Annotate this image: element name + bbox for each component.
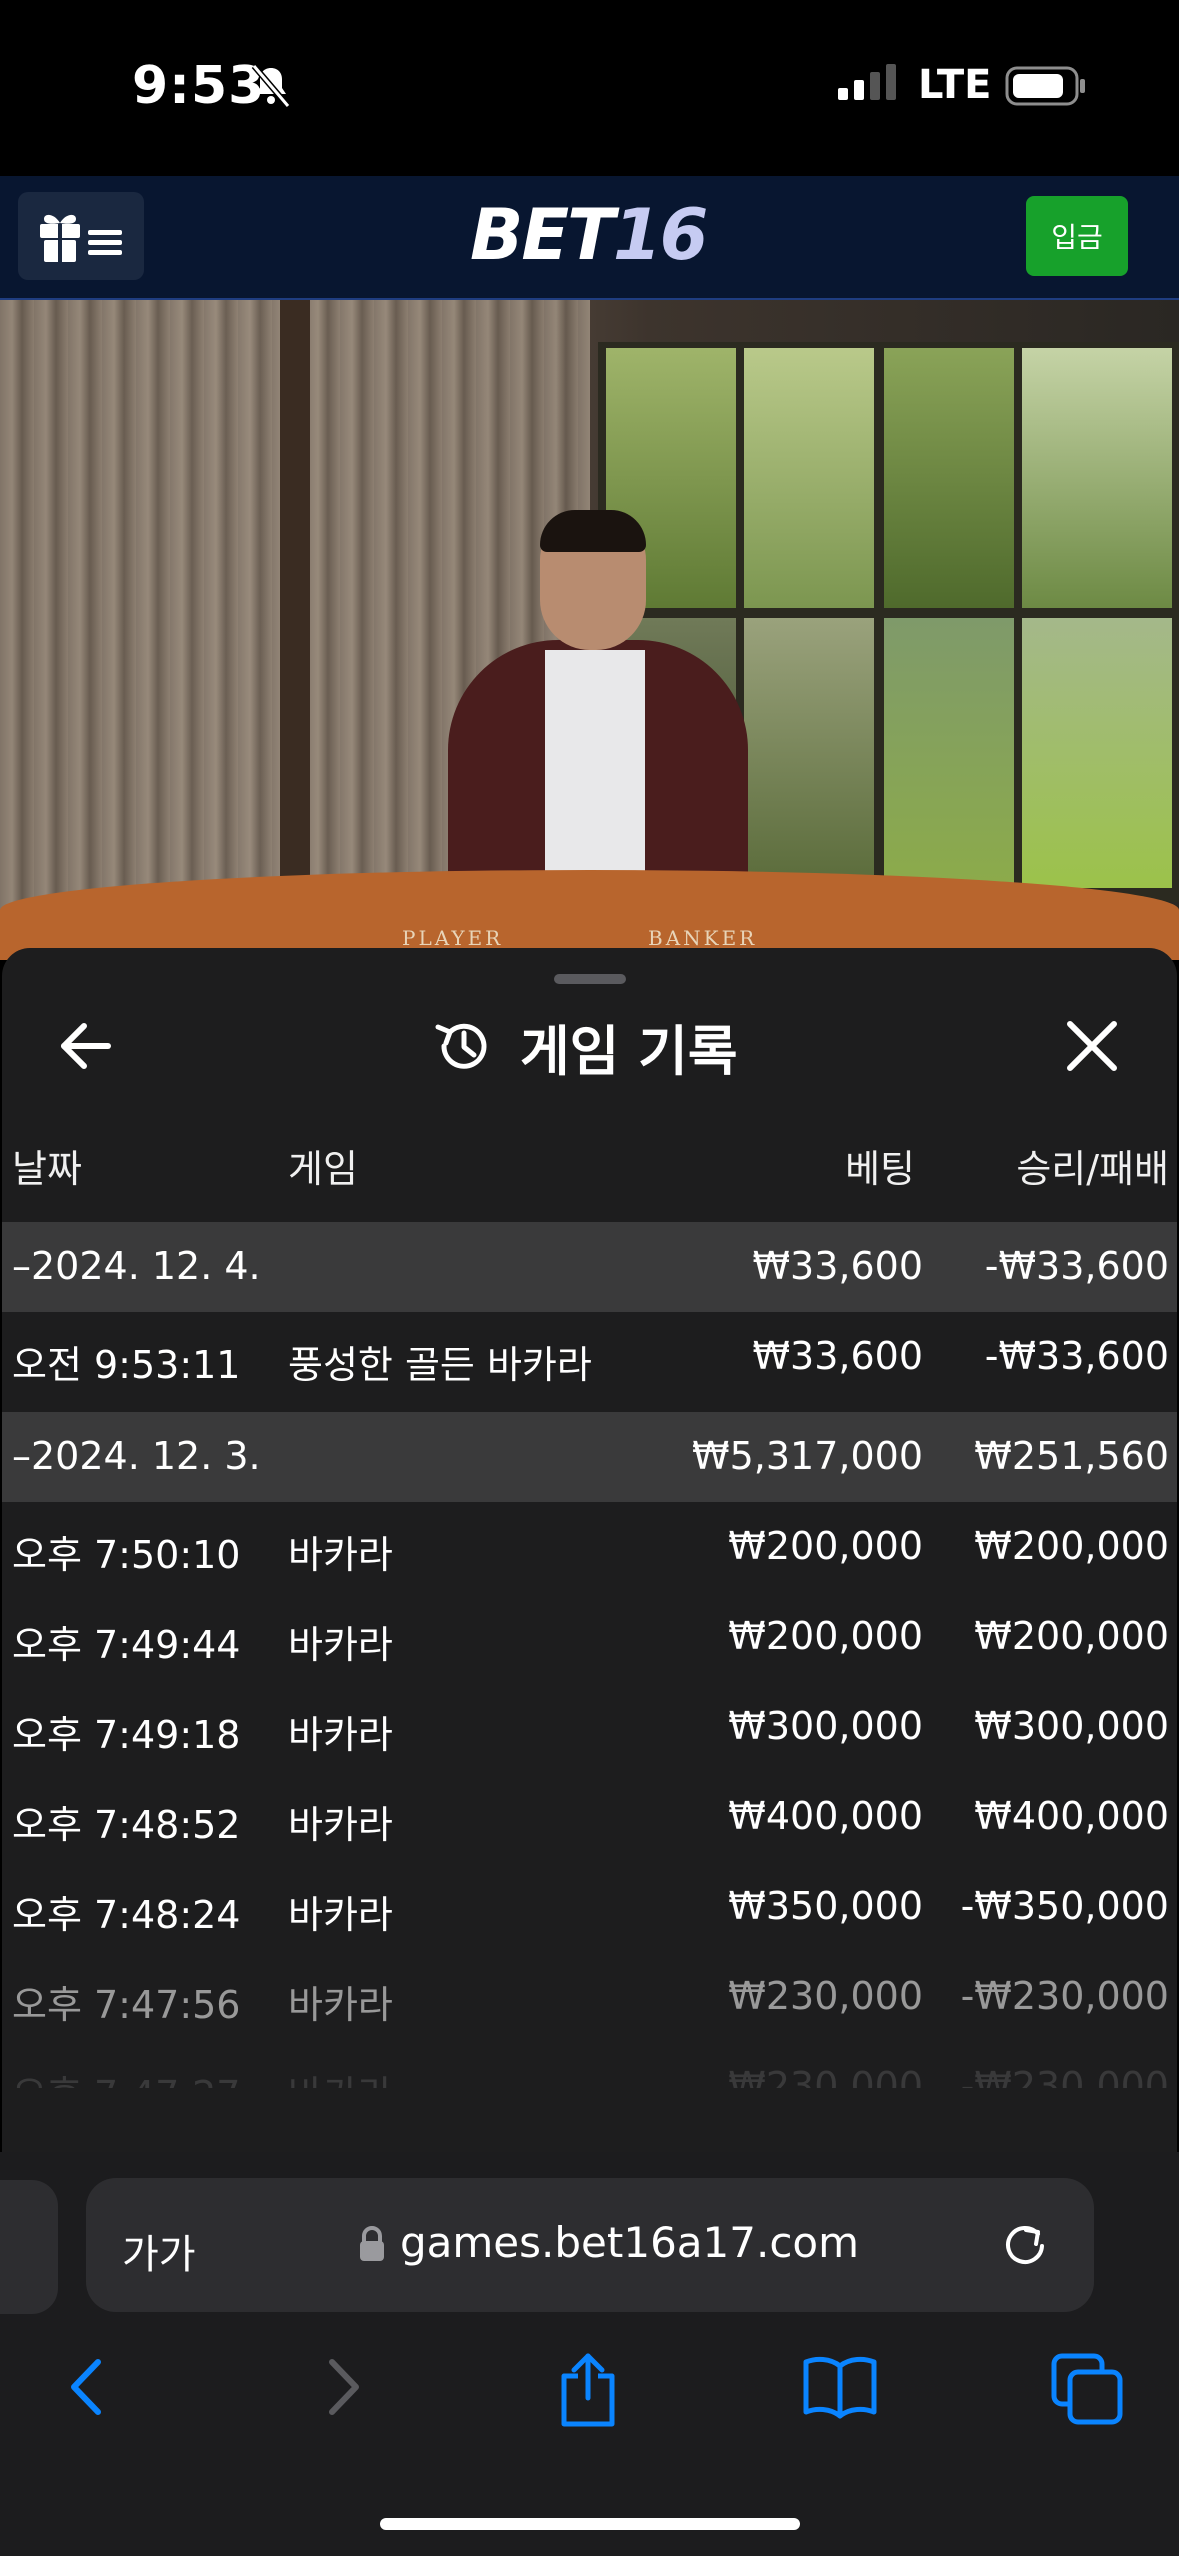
column-header-game: 게임 [288,1147,358,1191]
date-group-row: –2024. 12. 3. ₩5,317,000 ₩251,560 [2,1412,1177,1502]
row-bet: ₩5,317,000 [692,1434,923,1478]
deposit-button[interactable]: 입금 [1026,196,1128,276]
site-header: BET16 입금 [0,176,1179,301]
previous-tab-preview[interactable] [0,2180,58,2314]
row-game: 바카라 [288,1533,393,1577]
row-bet: ₩230,000 [728,1974,923,2018]
gift-icon [40,214,80,262]
history-row: 오후 7:48:52 바카라 ₩400,000 ₩400,000 [2,1772,1177,1862]
row-date: –2024. 12. 3. [12,1434,261,1478]
row-bet: ₩33,600 [752,1244,923,1288]
row-date: 오후 7:48:24 [12,1893,241,1937]
row-winloss: -₩350,000 [960,1884,1169,1928]
tabs-icon[interactable] [1050,2352,1126,2432]
history-row: 오후 7:48:24 바카라 ₩350,000 -₩350,000 [2,1862,1177,1952]
close-icon [1067,1021,1117,1071]
baccarat-table [0,870,1179,960]
menu-button[interactable] [18,192,144,280]
reload-icon[interactable] [1000,2220,1050,2274]
row-date: 오후 7:47:56 [12,1983,241,2027]
player-label: PLAYER [402,926,504,950]
history-row: 오후 7:47:27 바카라 ₩230,000 -₩230,000 [2,2042,1177,2088]
row-winloss: ₩200,000 [974,1524,1169,1568]
row-winloss: ₩251,560 [974,1434,1169,1478]
game-history-sheet: 게임 기록 날짜 게임 베팅 승리/패배 –2024. 12. 4. ₩33,60… [2,948,1177,2152]
history-row: 오후 7:50:10 바카라 ₩200,000 ₩200,000 [2,1502,1177,1592]
share-icon[interactable] [556,2352,620,2432]
row-bet: ₩300,000 [728,1704,923,1748]
arrow-left-icon [61,1023,111,1069]
url-text: games.bet16a17.com [400,2218,860,2267]
row-winloss: -₩230,000 [960,1974,1169,2018]
browser-bar: 가가 games.bet16a17.com [0,2152,1179,2556]
row-game: 바카라 [288,1893,393,1937]
text-size-button[interactable]: 가가 [122,2222,196,2280]
status-bar: 9:53 LTE [0,0,1179,176]
cellular-signal-icon [838,64,900,104]
row-game: 바카라 [288,1713,393,1757]
close-button[interactable] [1064,1018,1120,1074]
sheet-title: 게임 기록 [520,1019,738,1083]
history-row: 오후 7:49:18 바카라 ₩300,000 ₩300,000 [2,1682,1177,1772]
home-indicator [380,2518,800,2530]
row-game: 바카라 [288,1623,393,1667]
column-header-winloss: 승리/패배 [1016,1147,1169,1191]
history-row: 오후 7:47:56 바카라 ₩230,000 -₩230,000 [2,1952,1177,2042]
row-winloss: ₩300,000 [974,1704,1169,1748]
row-winloss: -₩230,000 [960,2064,1169,2088]
live-dealer-video: PLAYER BANKER [0,300,1179,960]
date-group-row: –2024. 12. 4. ₩33,600 -₩33,600 [2,1222,1177,1312]
hamburger-icon [88,230,122,255]
banker-label: BANKER [648,926,758,950]
row-game: 바카라 [288,1983,393,2027]
bookmarks-icon[interactable] [800,2352,880,2426]
row-date: 오후 7:47:27 [12,2064,241,2088]
row-date: –2024. 12. 4. [12,1244,261,1288]
column-header-date: 날짜 [12,1147,82,1191]
row-bet: ₩200,000 [728,1524,923,1568]
sheet-grabber[interactable] [554,974,626,984]
column-header-bet: 베팅 [845,1147,915,1191]
history-icon [435,1023,487,1069]
row-bet: ₩350,000 [728,1884,923,1928]
back-button[interactable] [56,1016,116,1076]
lock-icon [358,2226,386,2266]
row-date: 오후 7:50:10 [12,1533,241,1577]
row-date: 오후 7:48:52 [12,1803,241,1847]
site-logo[interactable]: BET16 [470,194,708,276]
row-game: 풍성한 골든 바카라 [288,1343,592,1387]
row-bet: ₩400,000 [728,1794,923,1838]
silent-mode-icon [250,64,292,112]
back-nav-icon[interactable] [62,2352,112,2426]
network-type: LTE [918,62,992,108]
row-game: 바카라 [288,1803,393,1847]
row-date: 오전 9:53:11 [12,1343,241,1387]
status-time: 9:53 [132,56,266,116]
battery-icon [1005,66,1087,110]
history-row: 오전 9:53:11 풍성한 골든 바카라 ₩33,600 -₩33,600 [2,1312,1177,1412]
forward-nav-icon[interactable] [318,2352,368,2426]
row-winloss: -₩33,600 [984,1244,1169,1288]
row-bet: ₩33,600 [752,1334,923,1378]
row-bet: ₩230,000 [728,2064,923,2088]
address-bar[interactable]: 가가 games.bet16a17.com [86,2178,1094,2312]
row-date: 오후 7:49:18 [12,1713,241,1757]
row-date: 오후 7:49:44 [12,1623,241,1667]
row-winloss: ₩400,000 [974,1794,1169,1838]
row-winloss: -₩33,600 [984,1334,1169,1378]
row-bet: ₩200,000 [728,1614,923,1658]
row-winloss: ₩200,000 [974,1614,1169,1658]
row-game: 바카라 [288,2064,393,2088]
history-row: 오후 7:49:44 바카라 ₩200,000 ₩200,000 [2,1592,1177,1682]
sheet-header: 게임 기록 [432,1008,738,1084]
